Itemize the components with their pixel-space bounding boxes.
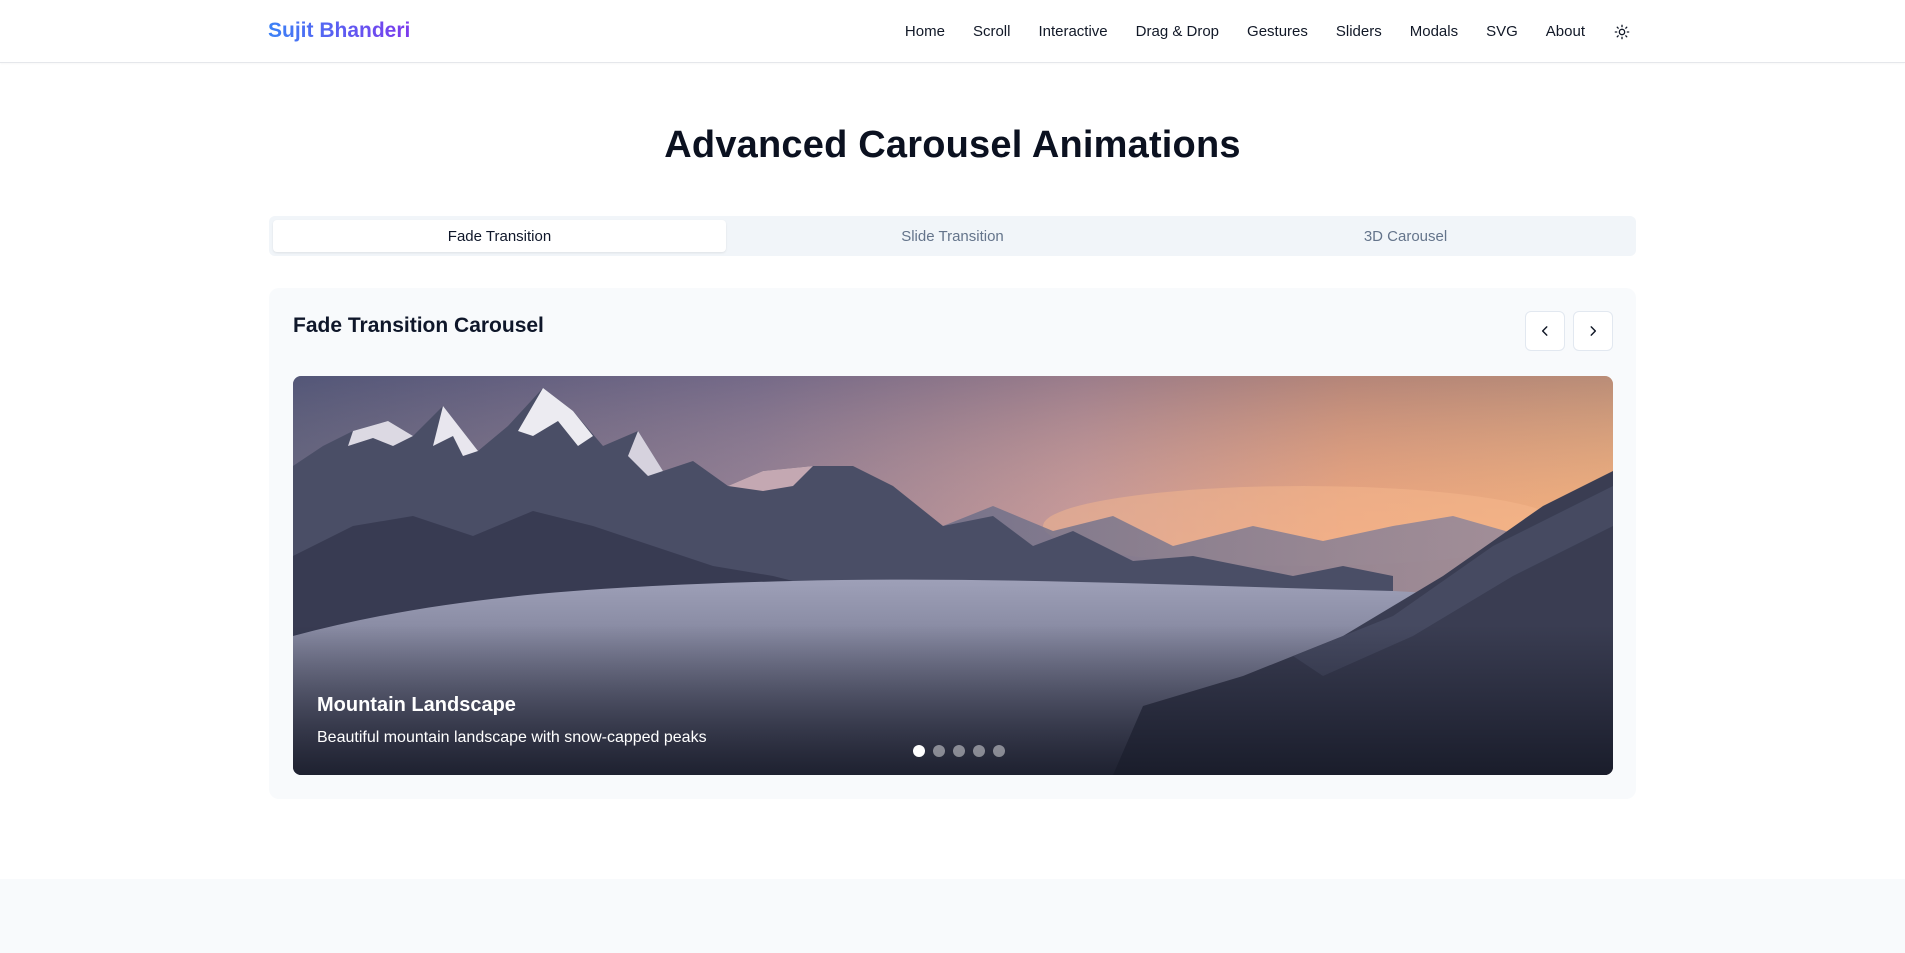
main-nav: Home Scroll Interactive Drag & Drop Gest… (905, 0, 1631, 63)
chevron-right-icon (1590, 326, 1597, 336)
page-title: Advanced Carousel Animations (664, 124, 1241, 166)
carousel-type-tabs: Fade Transition Slide Transition 3D Caro… (269, 216, 1636, 256)
nav-sliders[interactable]: Sliders (1336, 23, 1382, 40)
pagination-dot[interactable] (993, 745, 1005, 757)
carousel-card: Fade Transition Carousel Mountain Landsc… (269, 288, 1636, 799)
slide-description: Beautiful mountain landscape with snow-c… (317, 729, 707, 746)
tab-fade-transition[interactable]: Fade Transition (273, 220, 726, 252)
slide-title: Mountain Landscape (317, 694, 516, 716)
pagination-dot[interactable] (933, 745, 945, 757)
next-slide-button[interactable] (1573, 311, 1613, 351)
nav-svg[interactable]: SVG (1486, 23, 1518, 40)
carousel-slide[interactable]: Mountain Landscape Beautiful mountain la… (293, 376, 1613, 775)
prev-slide-button[interactable] (1525, 311, 1565, 351)
carousel-title: Fade Transition Carousel (293, 314, 544, 337)
nav-drag-drop[interactable]: Drag & Drop (1136, 23, 1219, 40)
tab-3d-carousel[interactable]: 3D Carousel (1179, 220, 1632, 252)
brand-logo-text[interactable]: Sujit Bhanderi (268, 19, 410, 43)
nav-interactive[interactable]: Interactive (1038, 23, 1107, 40)
carousel-pagination (913, 745, 1005, 757)
nav-home[interactable]: Home (905, 23, 945, 40)
nav-gestures[interactable]: Gestures (1247, 23, 1308, 40)
pagination-dot[interactable] (953, 745, 965, 757)
nav-modals[interactable]: Modals (1410, 23, 1458, 40)
nav-about[interactable]: About (1546, 23, 1585, 40)
pagination-dot[interactable] (913, 745, 925, 757)
pagination-dot[interactable] (973, 745, 985, 757)
chevron-left-icon (1541, 326, 1548, 336)
site-header: Sujit Bhanderi Home Scroll Interactive D… (0, 0, 1905, 63)
footer-strip (0, 879, 1905, 953)
tab-slide-transition[interactable]: Slide Transition (726, 220, 1179, 252)
nav-scroll[interactable]: Scroll (973, 23, 1011, 40)
sun-icon[interactable] (1613, 23, 1631, 41)
